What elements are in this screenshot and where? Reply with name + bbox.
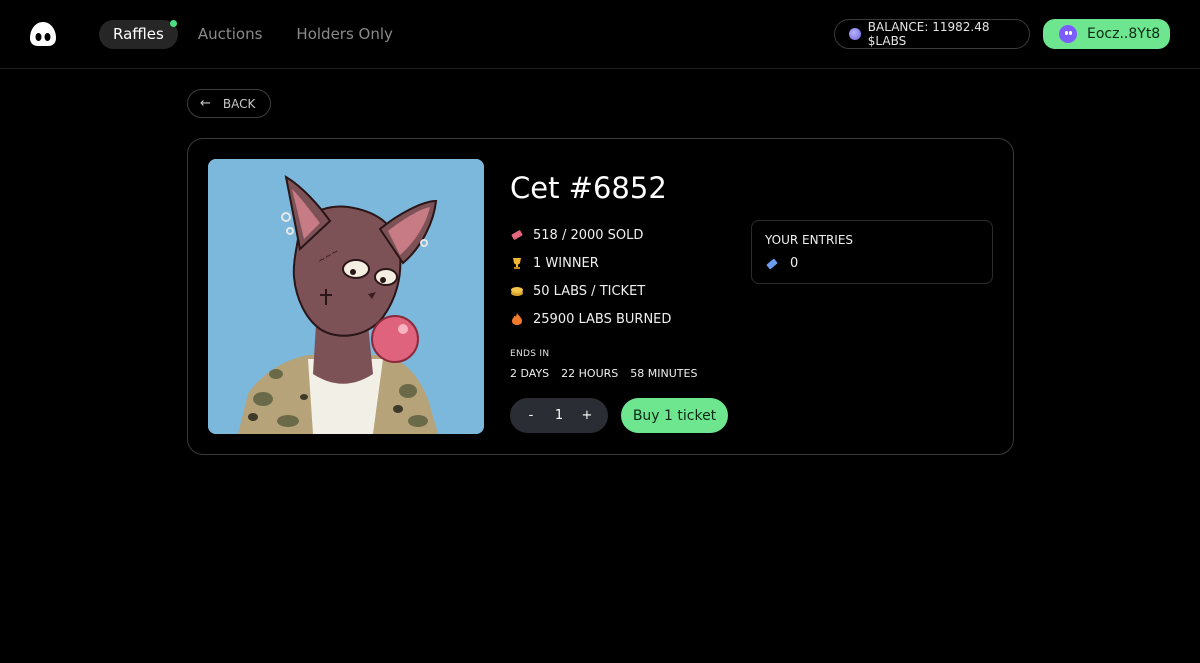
tab-auctions[interactable]: Auctions (184, 20, 277, 49)
wallet-button[interactable]: Eocz..8Yt8 (1043, 19, 1170, 49)
wallet-avatar-icon (1059, 25, 1077, 43)
tab-raffles[interactable]: Raffles (99, 20, 178, 49)
nav-tabs: Raffles Auctions Holders Only (99, 20, 413, 49)
back-label: BACK (222, 96, 256, 111)
your-entries-box: YOUR ENTRIES 0 (751, 220, 993, 284)
stat-sold-text: 518 / 2000 SOLD (533, 227, 644, 243)
stat-winners: 1 WINNER (510, 249, 671, 277)
nft-cat-image: ~~~ (208, 159, 484, 434)
top-navbar: Raffles Auctions Holders Only BALANCE: 1… (0, 0, 1200, 69)
balance-pill: BALANCE: 11982.48 $LABS (834, 19, 1030, 49)
stat-burned-text: 25900 LABS BURNED (533, 311, 672, 327)
countdown-days: 2 DAYS (510, 367, 550, 380)
wallet-address: Eocz..8Yt8 (1087, 26, 1161, 42)
tab-auctions-label: Auctions (197, 25, 263, 43)
coins-icon (510, 284, 524, 298)
your-entries-count: 0 (790, 256, 799, 271)
trophy-icon (510, 256, 524, 270)
tab-raffles-label: Raffles (113, 25, 164, 43)
balance-text: BALANCE: 11982.48 $LABS (867, 20, 990, 48)
your-entries-title: YOUR ENTRIES (765, 233, 854, 247)
quantity-stepper: - 1 + (510, 398, 608, 433)
fire-icon (510, 312, 524, 326)
stat-price: 50 LABS / TICKET (510, 277, 671, 305)
logo-icon[interactable] (29, 21, 57, 47)
back-button[interactable]: ← BACK (187, 89, 271, 118)
stat-winners-text: 1 WINNER (533, 255, 599, 271)
active-indicator-dot (169, 20, 177, 27)
stat-price-text: 50 LABS / TICKET (533, 283, 646, 299)
ticket-blue-icon (765, 257, 779, 271)
ends-in-label: ENDS IN (510, 349, 550, 359)
buy-ticket-button[interactable]: Buy 1 ticket (621, 398, 728, 433)
tab-holders-only-label: Holders Only (296, 25, 393, 43)
stat-burned: 25900 LABS BURNED (510, 305, 671, 333)
nft-image: ~~~ (208, 159, 484, 434)
tab-holders-only[interactable]: Holders Only (282, 20, 406, 49)
arrow-left-icon: ← (200, 96, 211, 111)
countdown-minutes: 58 MINUTES (630, 367, 698, 380)
countdown: 2 DAYS 22 HOURS 58 MINUTES (510, 367, 709, 380)
raffle-stats: 518 / 2000 SOLD 1 WINNER 50 LABS / TICKE… (510, 221, 671, 333)
your-entries-row: 0 (765, 256, 798, 271)
stat-sold: 518 / 2000 SOLD (510, 221, 671, 249)
decrement-button[interactable]: - (524, 408, 538, 423)
countdown-hours: 22 HOURS (561, 367, 619, 380)
ticket-icon (510, 228, 524, 242)
increment-button[interactable]: + (580, 408, 594, 423)
raffle-title: Cet #6852 (510, 171, 667, 205)
coin-icon (849, 28, 861, 40)
quantity-value: 1 (554, 408, 564, 423)
raffle-card: ~~~ Cet #6852 518 / 2000 SOLD 1 WINNER 5… (187, 138, 1014, 455)
